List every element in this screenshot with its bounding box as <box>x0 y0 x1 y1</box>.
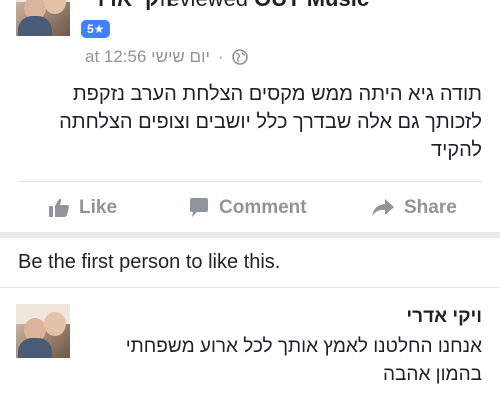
rating-badge: 5★ <box>81 20 111 38</box>
actions-divider <box>18 181 482 182</box>
share-label: Share <box>404 197 457 218</box>
comment-bubble-icon <box>190 198 208 217</box>
review-headline: reviewed OUT Music <box>160 0 369 12</box>
post-text: תודה גיא היתה ממש מקסים הצלחת הערב נזקפת… <box>12 80 482 164</box>
meta-separator: · <box>217 47 224 66</box>
comment-label: Comment <box>219 197 307 218</box>
post-actions: Like Comment Share <box>0 190 500 226</box>
reviewed-word: reviewed <box>160 0 248 11</box>
comment-text-line: אנחנו החלטנו לאמץ אותך לכל ארוע משפחתי <box>125 336 482 357</box>
commenter-avatar[interactable] <box>16 304 70 358</box>
like-label: Like <box>79 197 118 218</box>
review-post-card: ויקי אדרי reviewed OUT Music 5★ יום שישי… <box>0 0 500 232</box>
page-name-link[interactable]: OUT Music <box>254 0 369 11</box>
post-text-line: לזכותך גם אלה שבדרך כלל יושבים וצופים הצ… <box>59 111 482 133</box>
comment-text-line: בהמון אהבה <box>383 364 482 385</box>
likes-summary: Be the first person to like this. <box>18 251 281 273</box>
comment-button[interactable]: Comment <box>188 190 307 226</box>
like-button[interactable]: Like <box>48 190 117 226</box>
share-button[interactable]: Share <box>371 190 457 226</box>
post-meta: יום שישי at 12:56 · <box>85 47 248 67</box>
likes-divider <box>0 287 500 288</box>
post-text-line: תודה גיא היתה ממש מקסים הצלחת הערב נזקפת <box>72 83 482 105</box>
thumbs-up-icon <box>49 198 69 217</box>
comment-text: אנחנו החלטנו לאמץ אותך לכל ארוע משפחתי ב… <box>82 333 482 389</box>
share-arrow-icon <box>372 199 394 216</box>
section-separator <box>0 232 500 238</box>
post-text-line: להקיד <box>431 139 482 161</box>
post-timestamp[interactable]: יום שישי at 12:56 <box>85 47 210 67</box>
commenter-name[interactable]: ויקי אדרי <box>406 306 482 328</box>
author-avatar[interactable] <box>16 0 70 36</box>
globe-icon[interactable] <box>231 49 248 65</box>
